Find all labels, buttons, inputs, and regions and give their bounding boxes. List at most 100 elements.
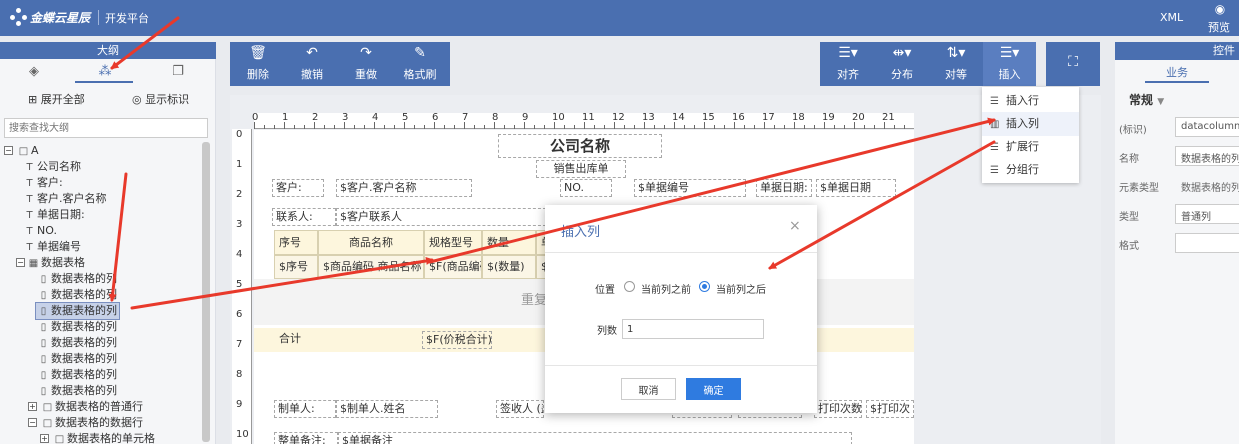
tree-node-column[interactable]: ▯ 数据表格的列 [38, 367, 117, 383]
equalize-button[interactable]: ⇅▾ 对等 [936, 42, 976, 86]
ruler-number: 4 [236, 249, 243, 260]
cancel-button[interactable]: 取消 [621, 378, 676, 400]
expand-toggle[interactable]: + [40, 434, 49, 443]
date-label[interactable]: 单据日期: [756, 179, 812, 197]
eye-icon[interactable]: ◉ [1212, 2, 1228, 16]
tree-node[interactable]: T 单据日期: [24, 207, 84, 223]
ruler-tick [484, 125, 485, 129]
fullscreen-icon: ⛶ [1068, 54, 1078, 70]
no-value[interactable]: $单据编号 [634, 179, 746, 197]
tree-node-column[interactable]: ▯ 数据表格的列 [38, 383, 117, 399]
tree-node-column[interactable]: ▯ 数据表格的列 [38, 319, 117, 335]
copy-icon[interactable]: ❐ [168, 64, 188, 80]
print-count-value[interactable]: $打印次 [866, 400, 914, 418]
menu-item-group-row[interactable]: ☰ 分组行 [982, 158, 1079, 182]
tree-node-column[interactable]: ▯ 数据表格的列 [38, 271, 117, 287]
remark-value[interactable]: $单据备注 [338, 432, 852, 444]
contact-label[interactable]: 联系人: [272, 208, 336, 226]
ok-button[interactable]: 确定 [686, 378, 741, 400]
section-general[interactable]: 常规 ▼ [1129, 91, 1164, 108]
column-header[interactable]: 商品名称 [318, 230, 424, 255]
data-cell[interactable]: $(数量) [482, 255, 536, 279]
format-field[interactable] [1175, 233, 1239, 253]
square-icon: □ [42, 418, 53, 429]
outline-scrollbar[interactable] [202, 142, 210, 442]
tree-node[interactable]: T 单据编号 [24, 239, 81, 255]
after-radio[interactable] [699, 281, 710, 292]
data-cell[interactable]: $商品编码.商品名称 [318, 255, 424, 279]
tree-node[interactable]: T 公司名称 [24, 159, 81, 175]
column-count-input[interactable] [622, 319, 764, 339]
remark-label[interactable]: 整单备注: [274, 432, 338, 444]
menu-item-insert-row[interactable]: ☰ 插入行 [982, 89, 1079, 113]
report-subtitle[interactable]: 销售出库单 [536, 160, 626, 178]
maker-value[interactable]: $制单人.姓名 [336, 400, 438, 418]
tree-node-cell[interactable]: □ 数据表格的单元格 [54, 431, 155, 444]
field-label: 格式 [1119, 241, 1139, 252]
ruler-number: 7 [462, 112, 469, 123]
tree-node-root[interactable]: □ A [18, 143, 39, 159]
tree-node[interactable]: T 客户.客户名称 [24, 191, 106, 207]
collapse-toggle[interactable]: − [16, 258, 25, 267]
expand-all-button[interactable]: ⊞ 展开全部 [28, 91, 85, 107]
align-button[interactable]: ☰▾ 对齐 [828, 42, 868, 86]
no-label[interactable]: NO. [560, 179, 612, 197]
ruler-tick [294, 125, 295, 129]
collapse-toggle[interactable]: − [28, 418, 37, 427]
expand-toggle[interactable]: + [28, 402, 37, 411]
delete-button[interactable]: 🗑 删除 [238, 42, 278, 86]
redo-button[interactable]: ↷ 重做 [346, 42, 386, 86]
tree-node-column[interactable]: ▯ 数据表格的列 [38, 287, 117, 303]
column-header[interactable]: 序号 [274, 230, 318, 255]
undo-button[interactable]: ↶ 撤销 [292, 42, 332, 86]
hierarchy-icon[interactable]: ⁂ [95, 64, 115, 80]
preview-button[interactable]: 预览 [1208, 19, 1230, 35]
id-field[interactable]: datacolumn2 [1175, 117, 1239, 137]
tree-node-column[interactable]: ▯ 数据表格的列 [38, 335, 117, 351]
before-label[interactable]: 当前列之前 [641, 281, 691, 296]
total-value[interactable]: $F(价税合计) [422, 331, 492, 349]
contact-value[interactable]: $客户联系人 [336, 208, 546, 226]
menu-item-insert-column[interactable]: ▥ 插入列 [982, 112, 1079, 136]
outline-search-input[interactable] [4, 118, 208, 138]
column-header-selected[interactable]: 规格型号 [424, 230, 482, 255]
xml-button[interactable]: XML [1160, 11, 1183, 24]
menu-item-expand-row[interactable]: ☰ 扩展行 [982, 135, 1079, 159]
total-label[interactable]: 合计 [276, 331, 316, 349]
layers-icon[interactable]: ◈ [24, 64, 44, 80]
close-icon[interactable]: × [789, 218, 801, 234]
before-radio[interactable] [624, 281, 635, 292]
type-select[interactable]: 普通列 [1175, 204, 1239, 224]
format-painter-button[interactable]: ✎ 格式刷 [398, 42, 442, 86]
doc-icon: ▯ [40, 322, 47, 333]
tree-node-row[interactable]: □ 数据表格的普通行 [42, 399, 143, 415]
customer-label[interactable]: 客户: [272, 179, 324, 197]
data-cell[interactable]: $F(商品编码.规格型号) [424, 255, 482, 279]
insert-button[interactable]: ☰▾ 插入 [983, 42, 1036, 86]
show-marks-button[interactable]: ◎ 显示标识 [132, 91, 189, 107]
report-title[interactable]: 公司名称 [498, 134, 662, 158]
collapse-toggle[interactable]: − [4, 146, 13, 155]
maker-label[interactable]: 制单人: [274, 400, 336, 418]
distribute-button[interactable]: ⇹▾ 分布 [882, 42, 922, 86]
platform-label: 开发平台 [105, 12, 149, 25]
name-field[interactable]: 数据表格的列 [1175, 146, 1239, 166]
date-value[interactable]: $单据日期 [816, 179, 896, 197]
tree-node-row[interactable]: □ 数据表格的数据行 [42, 415, 143, 431]
print-count-label[interactable]: 打印次数 [814, 400, 862, 418]
customer-value[interactable]: $客户.客户名称 [336, 179, 472, 197]
fullscreen-button[interactable]: ⛶ [1046, 42, 1100, 86]
tree-node[interactable]: T 客户: [24, 175, 62, 191]
square-icon: □ [54, 434, 65, 444]
tab-business[interactable]: 业务 [1115, 64, 1239, 82]
column-header[interactable]: 数量 [482, 230, 536, 255]
ruler-number: 6 [236, 309, 243, 320]
tree-node[interactable]: T NO. [24, 223, 57, 239]
tree-node-column-selected[interactable]: ▯ 数据表格的列 [35, 302, 120, 320]
tree-node-column[interactable]: ▯ 数据表格的列 [38, 351, 117, 367]
data-cell[interactable]: $序号 [274, 255, 318, 279]
receiver-label[interactable]: 签收人 (盖 [496, 400, 544, 418]
tree-node-datagrid[interactable]: ▦ 数据表格 [28, 255, 85, 271]
after-label[interactable]: 当前列之后 [716, 281, 766, 296]
text-icon: T [26, 178, 33, 189]
